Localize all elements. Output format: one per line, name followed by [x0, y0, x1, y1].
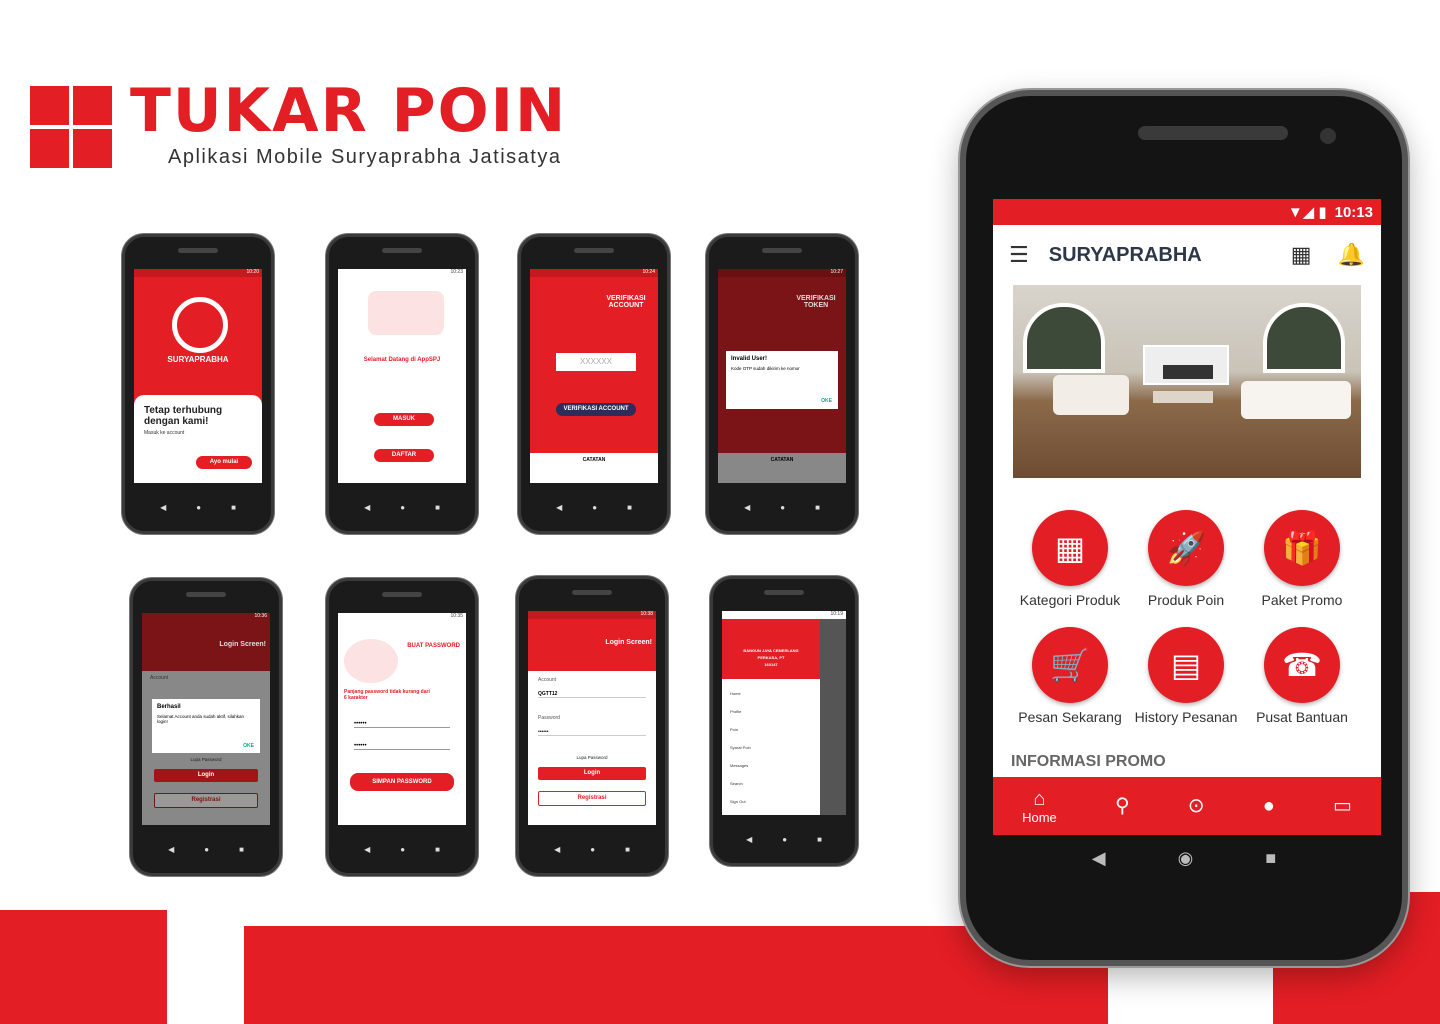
menu-item-kategori-produk[interactable]: ▦ Kategori Produk [1015, 510, 1125, 608]
menu-item-produk-poin[interactable]: 🚀 Produk Poin [1131, 510, 1241, 608]
back-icon[interactable]: ◀ [1092, 848, 1106, 869]
bell-icon[interactable]: 🔔 [1338, 242, 1365, 268]
user-icon: ● [1262, 795, 1275, 817]
nav-messages[interactable]: ▭ [1333, 795, 1352, 817]
recents-icon[interactable]: ■ [1265, 848, 1276, 869]
phone-login-success: 10:36 Login Screen! Account Berhasil Sel… [130, 578, 282, 876]
menu-item-pusat-bantuan[interactable]: ☎ Pusat Bantuan [1247, 627, 1357, 725]
phone-splash: 10:20 SURYAPRABHA Tetap terhubung dengan… [122, 234, 274, 534]
rocket-icon: 🚀 [1148, 510, 1224, 586]
note-title: CATATAN [530, 453, 658, 483]
history-icon: ▤ [1148, 627, 1224, 703]
menu-item-history-pesanan[interactable]: ▤ History Pesanan [1131, 627, 1241, 725]
home-button-icon[interactable]: ◉ [1178, 848, 1194, 869]
register-button[interactable]: Registrasi [154, 793, 258, 808]
nav-poin[interactable]: ⚲ [1115, 795, 1130, 817]
welcome-illustration [368, 291, 444, 335]
daftar-button[interactable]: DAFTAR [374, 449, 434, 462]
nav-search[interactable]: ⊙ [1188, 795, 1205, 817]
camera [1320, 128, 1336, 144]
app-title: SURYAPRABHA [1048, 243, 1202, 266]
drawer-item[interactable]: Home [730, 685, 812, 703]
section-title: INFORMASI PROMO [1011, 753, 1166, 770]
ok-button[interactable]: OKE [243, 743, 254, 749]
chat-icon: ▭ [1332, 795, 1352, 817]
login-button[interactable]: Login [154, 769, 258, 782]
cart-icon: 🛒 [1032, 627, 1108, 703]
splash-sub: Masuk ke account [144, 430, 185, 436]
menu-item-label: History Pesanan [1134, 709, 1238, 725]
verify-title: VERIFIKASI ACCOUNT [606, 295, 646, 309]
invalid-dialog: Invalid User! Kode OTP sudah dikirim ke … [726, 351, 838, 409]
menu-item-label: Pesan Sekarang [1018, 709, 1122, 725]
home-nav-icon[interactable]: ● [196, 503, 201, 512]
menu-item-paket-promo[interactable]: 🎁 Paket Promo [1247, 510, 1357, 608]
success-dialog: Berhasil Selamat Account anda sudah akti… [152, 699, 260, 753]
verify-button[interactable]: VERIFIKASI ACCOUNT [556, 403, 636, 416]
phone-icon: ☎ [1264, 627, 1340, 703]
confirm-password-input[interactable]: •••••• [354, 743, 450, 750]
android-nav: ◀ ◉ ■ [966, 848, 1402, 869]
brand-logo [30, 86, 112, 168]
login-button-2[interactable]: Login [538, 767, 646, 780]
phone-create-password: 10:35 BUAT PASSWORD Panjang password tid… [326, 578, 478, 876]
speaker [1138, 126, 1288, 140]
search-icon: ⊙ [1187, 795, 1205, 817]
logo-icon [172, 297, 228, 353]
brand-subtitle: Aplikasi Mobile Suryaprabha Jatisatya [168, 146, 562, 168]
account-input[interactable]: QGTT12 [538, 691, 646, 698]
phone-login: 10:38 Login Screen! Account QGTT12 Passw… [516, 576, 668, 876]
main-screen: ▼◢ ▮ 10:13 ☰ SURYAPRABHA ▦ 🔔 ▦ Kategori Pr… [993, 199, 1381, 835]
qr-code-icon[interactable]: ▦ [1291, 242, 1312, 268]
gift-icon: 🎁 [1264, 510, 1340, 586]
home-icon: ⌂ [1033, 787, 1046, 810]
drawer-item[interactable]: Search [730, 775, 812, 793]
back-icon[interactable]: ◀ [160, 503, 166, 512]
menu-item-pesan-sekarang[interactable]: 🛒 Pesan Sekarang [1015, 627, 1125, 725]
drawer-item[interactable]: Messages [730, 757, 812, 775]
masuk-button[interactable]: MASUK [374, 413, 434, 426]
menu-item-label: Paket Promo [1261, 592, 1343, 608]
phone-drawer: 10:19 BANGUN JAYA CEMERLANG PERKASA, PT 16… [710, 576, 858, 866]
menu-item-label: Pusat Bantuan [1256, 709, 1348, 725]
decor-bar-left [0, 910, 167, 1024]
bottom-nav: ⌂ Home ⚲ ⊙ ● ▭ [993, 777, 1381, 835]
register-button-2[interactable]: Registrasi [538, 791, 646, 806]
drawer-item[interactable]: Sign Out [730, 793, 812, 811]
nav-profile[interactable]: ● [1263, 795, 1275, 817]
phone-welcome: 10:23 Selamat Datang di AppSPJ MASUK DAF… [326, 234, 478, 534]
phone-verify-account: 10:24 VERIFIKASI ACCOUNT XXXXXX VERIFIKA… [518, 234, 670, 534]
tag-icon: ⚲ [1114, 795, 1130, 817]
otp-input[interactable]: XXXXXX [556, 353, 636, 371]
menu-item-label: Kategori Produk [1019, 592, 1121, 608]
save-password-button[interactable]: SIMPAN PASSWORD [350, 773, 454, 791]
nav-drawer: BANGUN JAYA CEMERLANG PERKASA, PT 160147 H… [722, 619, 820, 815]
password-illustration [344, 639, 398, 683]
splash-heading: Tetap terhubung dengan kami! [144, 405, 223, 427]
splash-logo-name: SURYAPRABHA [167, 355, 229, 364]
dialog-ok-button[interactable]: OKE [821, 398, 832, 404]
start-button[interactable]: Ayo mulai [196, 456, 252, 469]
menu-item-label: Produk Poin [1147, 592, 1225, 608]
drawer-item[interactable]: Poin [730, 721, 812, 739]
status-bar: ▼◢ ▮ 10:13 [993, 199, 1381, 225]
category-icon: ▦ [1032, 510, 1108, 586]
drawer-item[interactable]: Syarat Poin [730, 739, 812, 757]
recents-icon[interactable]: ■ [231, 503, 236, 512]
token-title: VERIFIKASI TOKEN [796, 295, 836, 309]
phone-verify-token: 10:27 VERIFIKASI TOKEN Invalid User! Kod… [706, 234, 858, 534]
promo-banner-image[interactable] [1013, 285, 1361, 478]
password-input[interactable]: •••••• [354, 721, 450, 728]
hamburger-menu-icon[interactable]: ☰ [1009, 242, 1029, 268]
main-phone: ▼◢ ▮ 10:13 ☰ SURYAPRABHA ▦ 🔔 ▦ Kategori Pr… [960, 90, 1408, 966]
login-password-input[interactable]: •••••• [538, 729, 646, 736]
brand-title: TUKAR POIN [130, 76, 568, 146]
nav-home[interactable]: ⌂ Home [1022, 788, 1057, 825]
drawer-item[interactable]: Profile [730, 703, 812, 721]
welcome-text: Selamat Datang di AppSPJ [363, 357, 441, 363]
